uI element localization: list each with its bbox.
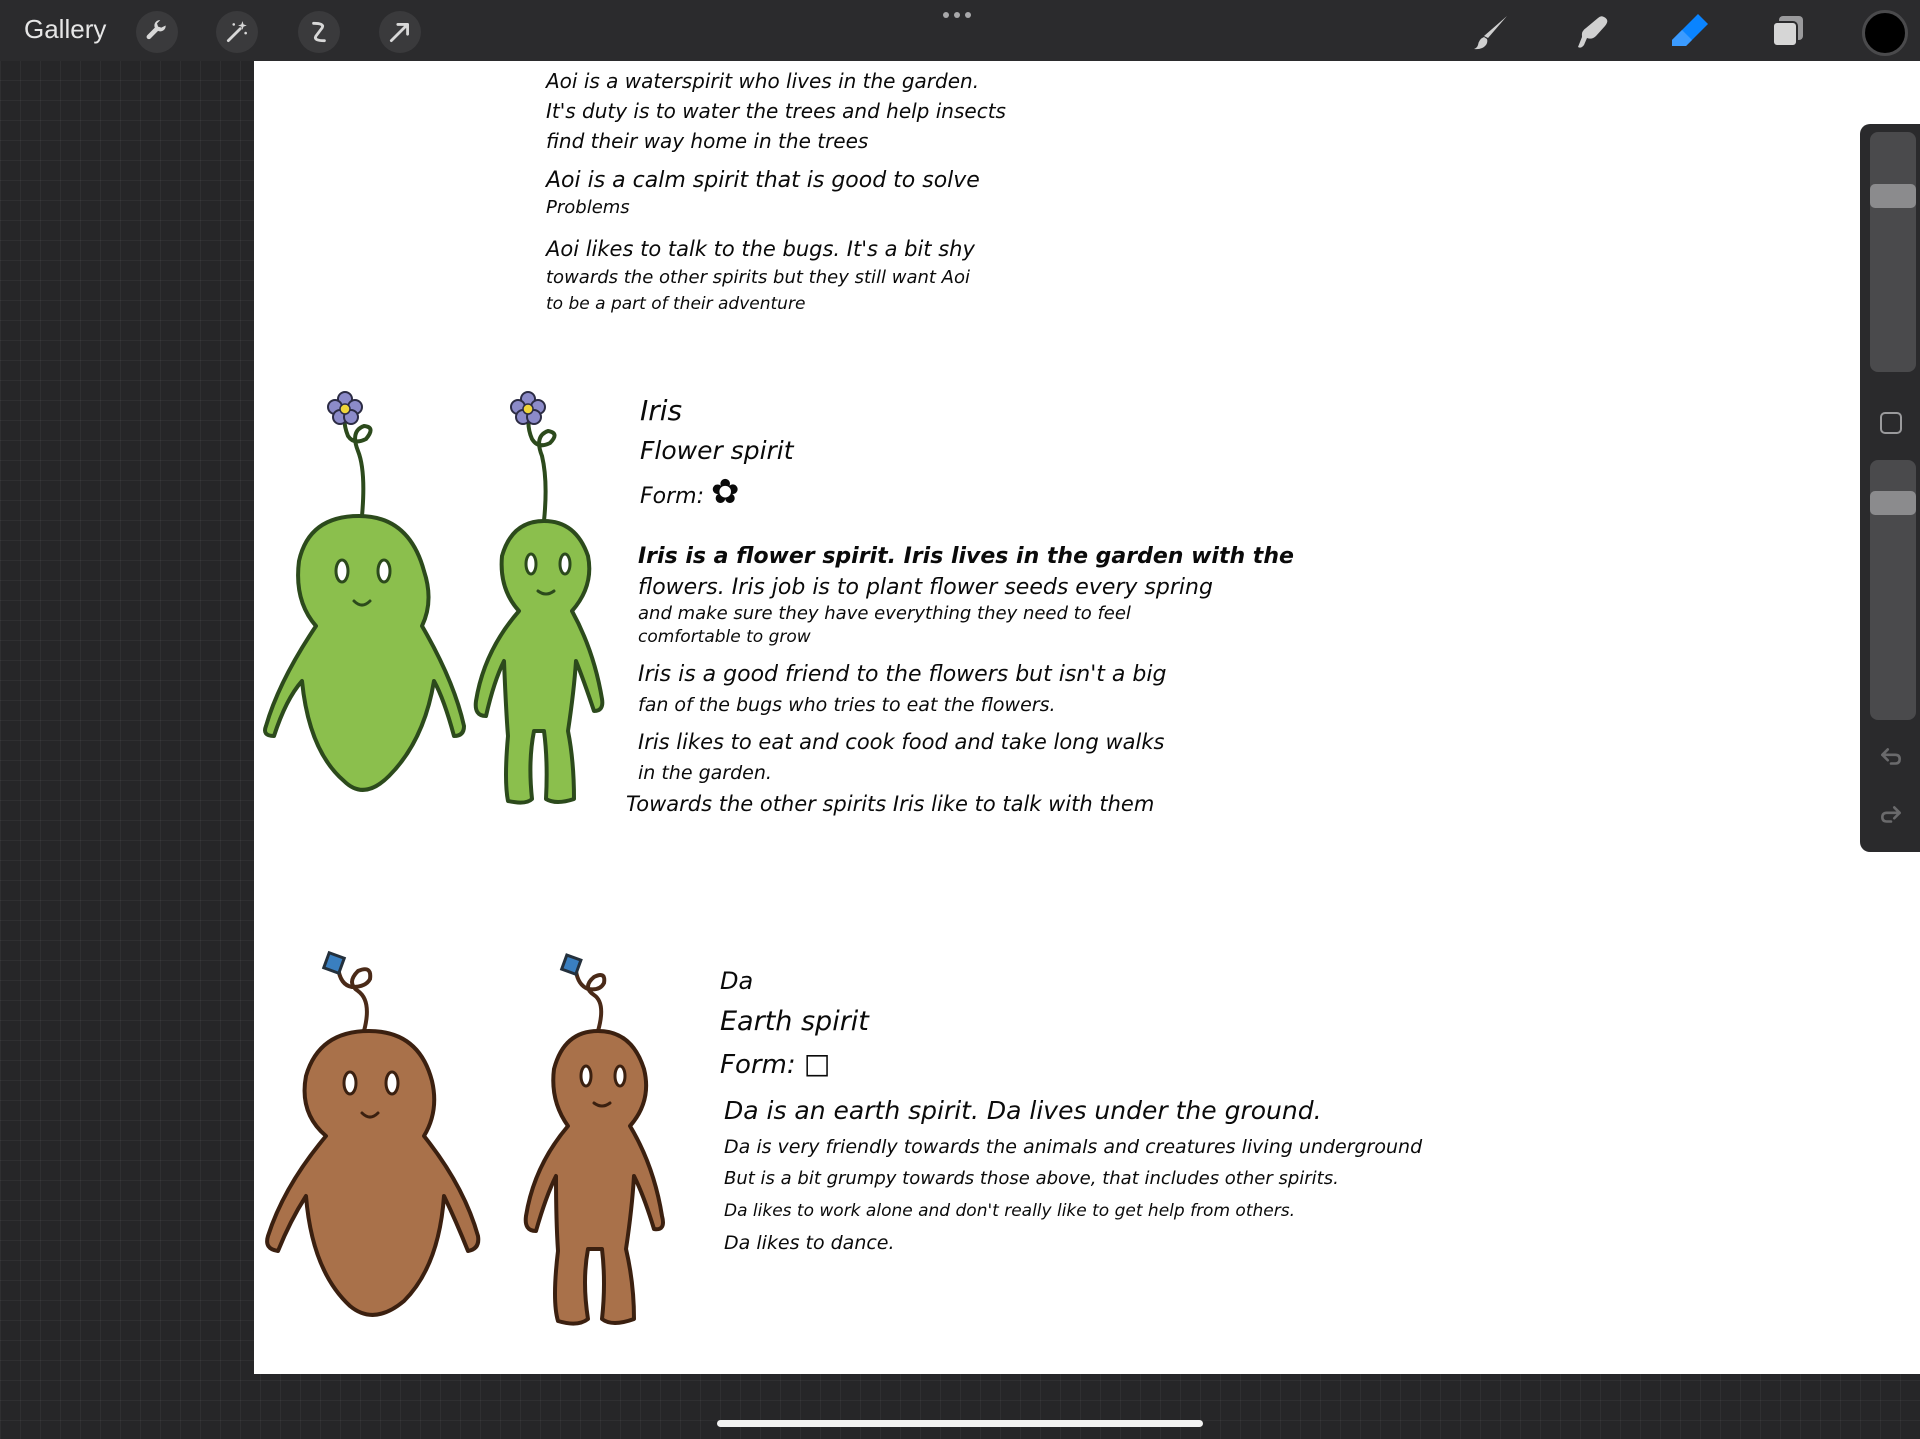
iris-line: Iris is a flower spirit. Iris lives in t… xyxy=(638,544,1294,569)
aoi-line: Aoi is a calm spirit that is good to sol… xyxy=(546,168,980,193)
aoi-line: towards the other spirits but they still… xyxy=(546,267,971,288)
brush-size-thumb[interactable] xyxy=(1870,183,1916,208)
da-drawing-side xyxy=(523,953,665,1326)
iris-line: Iris likes to eat and cook food and take… xyxy=(638,730,1165,754)
da-description: Da is an earth spirit. Da lives under th… xyxy=(724,1091,1422,1259)
brush-size-slider[interactable] xyxy=(1870,132,1916,372)
iris-line: comfortable to grow xyxy=(638,627,811,647)
da-line: Da likes to dance. xyxy=(724,1232,895,1254)
da-form-label: Form: xyxy=(720,1050,796,1080)
home-indicator[interactable] xyxy=(717,1420,1203,1427)
redo-icon[interactable] xyxy=(1878,802,1904,828)
smudge-icon xyxy=(1578,16,1608,48)
iris-description: Iris is a flower spirit. Iris lives in t… xyxy=(626,541,1294,820)
da-line: Da likes to work alone and don't really … xyxy=(724,1201,1295,1221)
opacity-slider[interactable] xyxy=(1870,460,1916,720)
iris-name: Iris xyxy=(640,394,683,427)
da-line: But is a bit grumpy towards those above,… xyxy=(724,1168,1339,1189)
da-name: Da xyxy=(720,967,754,995)
modify-square-button[interactable] xyxy=(1880,412,1902,434)
magic-wand-icon xyxy=(226,21,247,43)
aoi-line: Problems xyxy=(546,197,630,218)
da-line: Da is very friendly towards the animals … xyxy=(724,1136,1423,1158)
color-picker-button[interactable] xyxy=(1862,10,1908,56)
adjustments-button[interactable] xyxy=(216,11,258,53)
iris-line: flowers. Iris job is to plant flower see… xyxy=(638,575,1213,600)
gallery-button[interactable]: Gallery xyxy=(24,14,106,45)
da-form-symbol: □ xyxy=(803,1047,831,1080)
wrench-icon xyxy=(146,20,166,40)
iris-drawing-side xyxy=(473,391,605,805)
aoi-line: It's duty is to water the trees and help… xyxy=(546,99,1006,123)
actions-button[interactable] xyxy=(136,11,178,53)
selection-button[interactable] xyxy=(298,11,340,53)
iris-info: Iris Flower spirit Form: ✿ xyxy=(640,391,794,518)
da-gem-icon xyxy=(321,950,347,976)
selection-icon xyxy=(312,21,326,43)
layers-button[interactable] xyxy=(1766,10,1810,54)
iris-flower-icon xyxy=(327,391,363,425)
aoi-description: Aoi is a waterspirit who lives in the ga… xyxy=(546,66,1006,316)
iris-line: fan of the bugs who tries to eat the flo… xyxy=(638,694,1056,716)
iris-line: Iris is a good friend to the flowers but… xyxy=(638,662,1167,687)
aoi-line: to be a part of their adventure xyxy=(546,294,806,314)
iris-form-symbol: ✿ xyxy=(711,472,740,512)
iris-form-label: Form: xyxy=(640,484,705,509)
da-drawing-front xyxy=(265,950,481,1317)
drawing-canvas[interactable]: Aoi is a waterspirit who lives in the ga… xyxy=(254,61,1920,1374)
top-toolbar: Gallery xyxy=(0,0,1920,61)
da-line: Da is an earth spirit. Da lives under th… xyxy=(724,1096,1322,1125)
eraser-icon xyxy=(1672,14,1708,46)
iris-line: Towards the other spirits Iris like to t… xyxy=(626,792,1155,816)
aoi-line: find their way home in the trees xyxy=(546,129,869,153)
transform-arrow-icon xyxy=(389,23,409,43)
undo-icon[interactable] xyxy=(1878,744,1904,770)
iris-type: Flower spirit xyxy=(640,436,794,465)
iris-line: and make sure they have everything they … xyxy=(638,603,1131,624)
brush-icon xyxy=(1474,16,1507,50)
da-info: Da Earth spirit Form: □ xyxy=(720,961,869,1086)
brush-sidebar xyxy=(1860,124,1920,852)
aoi-line: Aoi is a waterspirit who lives in the ga… xyxy=(546,69,980,93)
eraser-button[interactable] xyxy=(1668,10,1712,54)
layers-icon xyxy=(1772,16,1803,47)
da-type: Earth spirit xyxy=(720,1006,869,1037)
smudge-button[interactable] xyxy=(1570,10,1614,54)
iris-drawing-front xyxy=(263,391,466,792)
aoi-line: Aoi likes to talk to the bugs. It's a bi… xyxy=(546,237,975,261)
opacity-thumb[interactable] xyxy=(1870,490,1916,515)
brush-button[interactable] xyxy=(1470,10,1514,54)
more-options-icon[interactable] xyxy=(943,12,971,18)
iris-line: in the garden. xyxy=(638,762,772,784)
transform-button[interactable] xyxy=(379,11,421,53)
